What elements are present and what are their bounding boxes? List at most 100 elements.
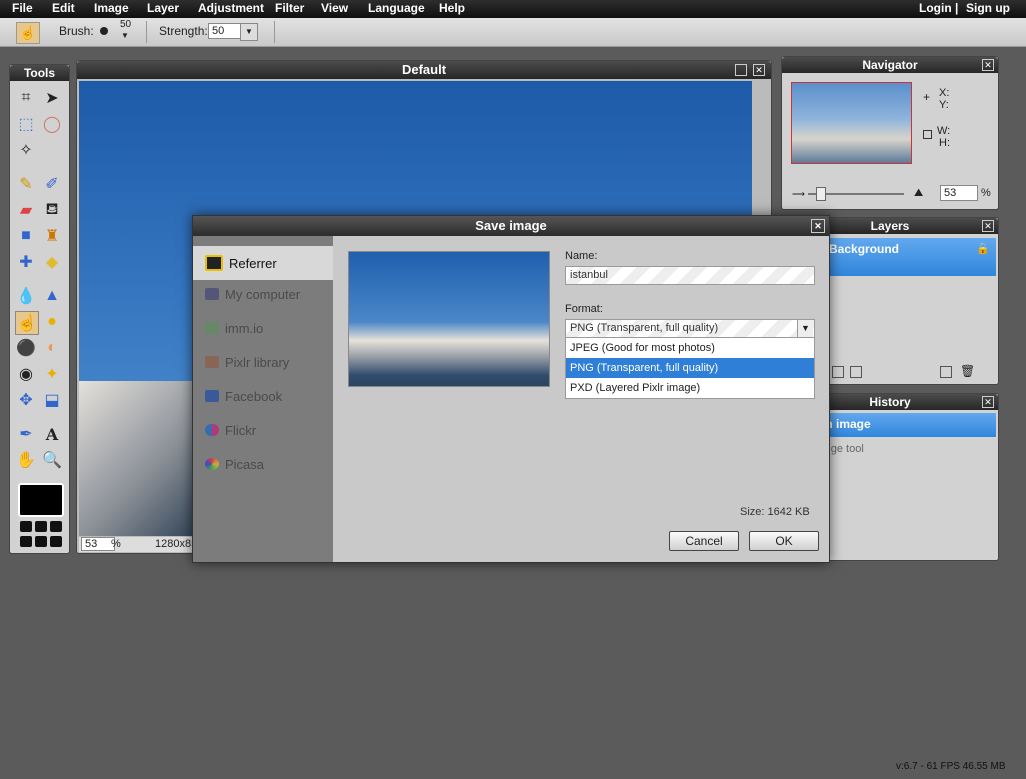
close-icon[interactable]: ✕ [982,220,994,232]
navigator-zoom-input[interactable]: 53 [940,185,978,201]
menu-adjustment[interactable]: Adjustment [198,1,264,15]
menu-view[interactable]: View [321,1,348,15]
strength-dropdown-icon[interactable]: ▼ [240,23,258,41]
options-bar: ☝ Brush: 50 ▼ Strength: 50 ▼ [0,18,1026,47]
close-icon[interactable]: ✕ [982,59,994,71]
save-image-dialog: Save image ✕ Referrer My computer imm.io… [192,215,830,563]
sidebar-item-label: Referrer [229,255,277,271]
trash-icon[interactable]: 🗑 [960,364,975,378]
screen-mode-icon[interactable] [50,521,62,532]
name-label: Name: [565,250,598,262]
maximize-icon[interactable] [735,64,747,76]
color-swatch[interactable] [18,483,64,517]
smudge-tool-icon[interactable]: ☝ [16,22,40,44]
marquee-icon[interactable]: ⬚ [15,113,37,135]
format-option-png[interactable]: PNG (Transparent, full quality) [566,358,814,378]
brush-size-label: 50 [120,19,132,30]
pinch-icon[interactable]: ⬓ [41,389,63,411]
image-preview [348,251,550,387]
facebook-icon [205,390,219,402]
ok-button[interactable]: OK [749,531,819,551]
sidebar-item-flickr[interactable]: Flickr [193,414,333,446]
menu-edit[interactable]: Edit [52,1,75,15]
zoom-out-icon[interactable]: ⟶ [792,189,805,200]
layer-mask-icon[interactable] [850,366,862,378]
menu-file[interactable]: File [12,1,33,15]
layer-style-icon[interactable] [832,366,844,378]
sidebar-item-picasa[interactable]: Picasa [193,448,333,480]
text-icon[interactable]: A [41,423,63,445]
lock-icon: 🔒 [976,243,990,255]
chevron-down-icon[interactable]: ▼ [797,320,813,337]
bucket-icon[interactable]: ⛾ [41,199,63,221]
hand-icon[interactable]: ✋ [15,449,37,471]
brush-preview-icon[interactable] [100,27,108,35]
menu-language[interactable]: Language [368,1,425,15]
cancel-button[interactable]: Cancel [669,531,739,551]
menu-layer[interactable]: Layer [147,1,179,15]
pencil-icon[interactable]: ✎ [15,173,37,195]
new-layer-icon[interactable] [940,366,952,378]
dialog-title: Save image ✕ [193,216,829,236]
name-input[interactable]: istanbul [565,266,815,285]
dialog-title-text: Save image [475,218,547,233]
move-icon[interactable]: ➤ [41,87,63,109]
wand-icon[interactable]: ✧ [15,139,37,161]
dodge-icon[interactable]: ◐ [41,337,63,359]
smudge-icon[interactable]: ☝ [15,311,39,335]
library-icon [205,356,219,368]
navigator-thumbnail[interactable] [791,82,912,164]
menu-help[interactable]: Help [439,1,465,15]
zoom-in-icon[interactable]: ⛰ [914,187,923,200]
brush-dropdown-icon[interactable]: ▼ [121,31,129,40]
sidebar-item-referrer[interactable]: Referrer [193,246,333,280]
w-label: W: [937,125,951,137]
format-label: Format: [565,303,603,315]
sidebar-item-imm-io[interactable]: imm.io [193,312,333,344]
format-option-pxd[interactable]: PXD (Layered Pixlr image) [566,378,814,398]
shape-icon[interactable]: ◆ [41,251,63,273]
heal-icon[interactable]: ✚ [15,251,37,273]
menu-filter[interactable]: Filter [275,1,304,15]
picasa-icon [205,458,219,470]
stamp-icon[interactable]: ♜ [41,225,63,247]
screen-mode-icon[interactable] [35,521,47,532]
bloat-icon[interactable]: ✥ [15,389,37,411]
screen-mode-icon[interactable] [20,535,32,547]
strength-input[interactable]: 50 [208,23,242,39]
brush-label: Brush: [59,24,94,38]
brush-icon[interactable]: ✐ [41,173,63,195]
sidebar-item-my-computer[interactable]: My computer [193,278,333,310]
sharpen-icon[interactable]: ▲ [41,285,63,307]
sidebar-item-pixlr-library[interactable]: Pixlr library [193,346,333,378]
signup-link[interactable]: Sign up [966,1,1010,15]
document-zoom-input[interactable]: 53 [81,537,115,551]
screen-mode-icon[interactable] [20,521,32,532]
close-icon[interactable]: ✕ [753,64,765,76]
eraser-icon[interactable]: ▰ [15,199,37,221]
spot-heal-icon[interactable]: ✦ [41,363,63,385]
navigator-zoom-unit: % [981,187,991,199]
tools-panel: Tools ⌗ ➤ ⬚ ◯ ✧ ✎ ✐ ▰ ⛾ ■ ♜ ✚ ◆ 💧 ▲ ☝ ● … [9,64,70,554]
close-icon[interactable]: ✕ [811,219,825,233]
redeye-icon[interactable]: ◉ [15,363,37,385]
gradient-icon[interactable]: ■ [15,225,37,247]
format-option-jpeg[interactable]: JPEG (Good for most photos) [566,338,814,358]
zoom-icon[interactable]: 🔍 [41,449,63,471]
sidebar-item-facebook[interactable]: Facebook [193,380,333,412]
dialog-sidebar: Referrer My computer imm.io Pixlr librar… [193,236,333,562]
city-image-fragment [79,381,194,536]
menu-image[interactable]: Image [94,1,129,15]
login-link[interactable]: Login [919,1,952,15]
screen-mode-icon[interactable] [35,535,47,547]
blur-icon[interactable]: 💧 [15,285,37,307]
eyedropper-icon[interactable]: ✒ [15,423,37,445]
format-select[interactable]: PNG (Transparent, full quality) [565,319,815,338]
zoom-slider-handle[interactable] [816,187,826,201]
burn-icon[interactable]: ⚫ [15,337,37,359]
screen-mode-icon[interactable] [50,535,62,547]
crop-icon[interactable]: ⌗ [15,87,37,109]
sponge-icon[interactable]: ● [41,311,63,333]
close-icon[interactable]: ✕ [982,396,994,408]
lasso-icon[interactable]: ◯ [41,113,63,135]
